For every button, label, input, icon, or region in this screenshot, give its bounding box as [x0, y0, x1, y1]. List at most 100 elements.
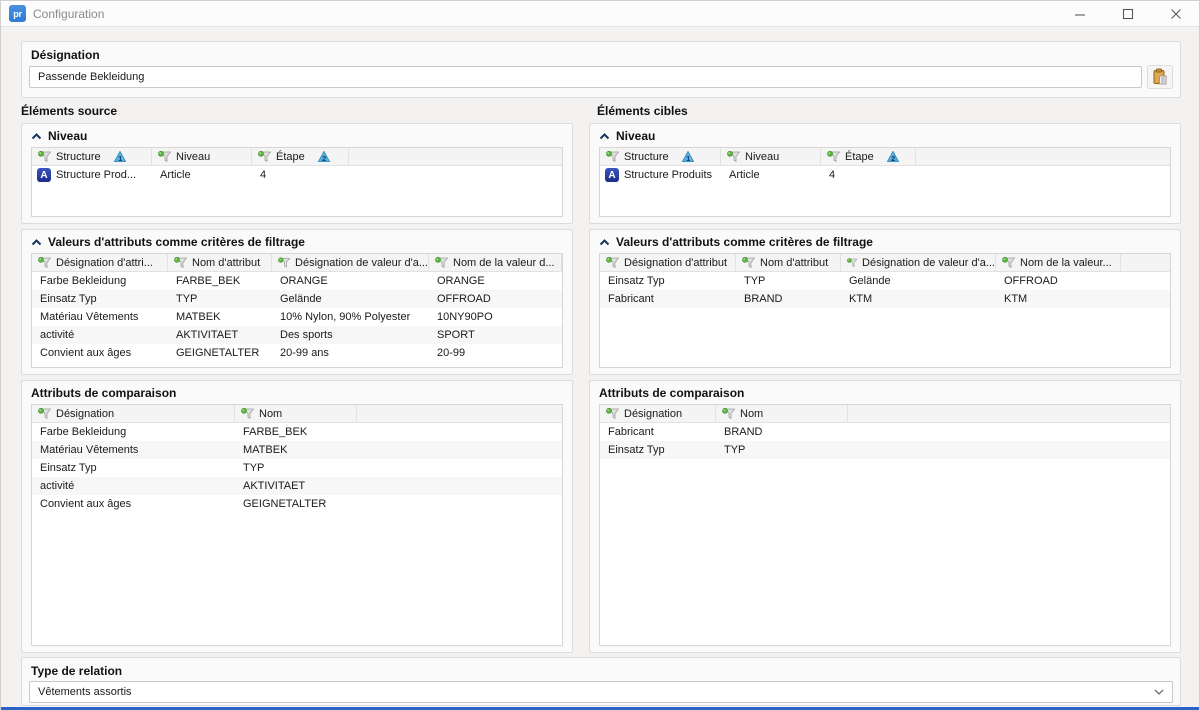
source-column: Niveau Structure 1 Niveau Étape [21, 123, 573, 653]
column-header[interactable]: Nom d'attribut [736, 254, 841, 271]
table-row[interactable]: Matériau Vêtements MATBEK 10% Nylon, 90%… [32, 308, 562, 326]
filter-funnel-icon[interactable] [38, 408, 52, 420]
table-header-row: Désignation d'attri... Nom d'attribut Dé… [32, 254, 562, 272]
clipboard-paste-icon [1151, 68, 1169, 86]
column-header-empty [562, 254, 563, 271]
column-header[interactable]: Désignation de valeur d'a... [841, 254, 996, 271]
target-comparison-header: Attributs de comparaison [590, 381, 1180, 400]
column-header-etape[interactable]: Étape 2 [252, 148, 349, 165]
column-header-etape[interactable]: Étape 2 [821, 148, 916, 165]
table-header-row: Désignation Nom [32, 405, 562, 423]
article-a-icon: A [605, 168, 619, 182]
table-row[interactable]: Fabricant BRAND [600, 423, 1170, 441]
column-header-niveau[interactable]: Niveau [152, 148, 252, 165]
close-icon [1170, 8, 1182, 20]
section-title: Niveau [616, 129, 655, 143]
table-row[interactable]: activité AKTIVITAET [32, 477, 562, 495]
window-title: Configuration [33, 7, 104, 21]
chevron-up-icon[interactable] [31, 133, 42, 140]
column-header-empty [357, 405, 562, 422]
filter-funnel-icon[interactable] [606, 257, 620, 269]
column-header-structure[interactable]: Structure 1 [32, 148, 152, 165]
table-row[interactable]: A Structure Prod... Article 4 [32, 166, 562, 184]
close-button[interactable] [1161, 2, 1191, 26]
titlebar: pr Configuration [1, 1, 1199, 27]
source-filter-table: Désignation d'attri... Nom d'attribut Dé… [31, 253, 563, 368]
column-header[interactable]: Désignation d'attribut [600, 254, 736, 271]
column-header[interactable]: Nom de la valeur d... [429, 254, 562, 271]
table-row[interactable]: Farbe Bekleidung FARBE_BEK [32, 423, 562, 441]
minimize-button[interactable] [1065, 2, 1095, 26]
target-filter-table: Désignation d'attribut Nom d'attribut Dé… [599, 253, 1171, 368]
table-row[interactable]: Einsatz Typ TYP [600, 441, 1170, 459]
filter-funnel-icon[interactable] [1002, 257, 1016, 269]
filter-funnel-icon[interactable] [174, 257, 188, 269]
configuration-window: pr Configuration Désignation [0, 0, 1200, 710]
target-filter-header: Valeurs d'attributs comme critères de fi… [590, 230, 1180, 249]
column-header-empty [1121, 254, 1170, 271]
column-header-empty [848, 405, 1170, 422]
filter-funnel-icon[interactable] [722, 408, 736, 420]
designation-input[interactable] [29, 66, 1142, 88]
maximize-button[interactable] [1113, 2, 1143, 26]
table-header-row: Structure 1 Niveau Étape 2 [600, 148, 1170, 166]
filter-funnel-icon[interactable] [38, 151, 52, 163]
section-title: Valeurs d'attributs comme critères de fi… [616, 235, 873, 249]
column-header[interactable]: Nom d'attribut [168, 254, 272, 271]
target-column: Niveau Structure 1 Niveau Étape [589, 123, 1181, 653]
relation-dropdown[interactable]: Vêtements assortis [29, 681, 1173, 703]
paste-button[interactable] [1147, 65, 1173, 89]
source-niveau-table: Structure 1 Niveau Étape 2 [31, 147, 563, 217]
sort-ascending-badge: 1 [114, 151, 126, 162]
column-header[interactable]: Désignation [32, 405, 235, 422]
app-logo-icon: pr [9, 5, 26, 22]
chevron-up-icon[interactable] [599, 133, 610, 140]
column-header[interactable]: Nom [716, 405, 848, 422]
target-comparison-table: Désignation Nom Fabricant BRAND Einsatz … [599, 404, 1171, 646]
column-header[interactable]: Désignation [600, 405, 716, 422]
chevron-up-icon[interactable] [599, 239, 610, 246]
filter-funnel-icon[interactable] [435, 257, 449, 269]
filter-funnel-icon[interactable] [827, 151, 841, 163]
source-filter-section: Valeurs d'attributs comme critères de fi… [21, 229, 573, 375]
target-column-title: Éléments cibles [597, 104, 688, 118]
column-header[interactable]: Nom [235, 405, 357, 422]
target-niveau-table: Structure 1 Niveau Étape 2 [599, 147, 1171, 217]
relation-label: Type de relation [31, 664, 122, 678]
table-row[interactable]: Einsatz Typ TYP [32, 459, 562, 477]
filter-funnel-icon[interactable] [742, 257, 756, 269]
table-row[interactable]: A Structure Produits Article 4 [600, 166, 1170, 184]
table-row[interactable]: activité AKTIVITAET Des sports SPORT [32, 326, 562, 344]
filter-funnel-icon[interactable] [158, 151, 172, 163]
filter-funnel-icon[interactable] [241, 408, 255, 420]
column-header[interactable]: Désignation d'attri... [32, 254, 168, 271]
filter-funnel-icon[interactable] [606, 151, 620, 163]
section-title: Niveau [48, 129, 87, 143]
filter-funnel-icon[interactable] [727, 151, 741, 163]
source-comparison-section: Attributs de comparaison Désignation Nom… [21, 380, 573, 653]
filter-funnel-icon[interactable] [278, 257, 291, 269]
column-header[interactable]: Désignation de valeur d'a... [272, 254, 429, 271]
filter-funnel-icon[interactable] [606, 408, 620, 420]
table-row[interactable]: Convient aux âges GEIGNETALTER 20-99 ans… [32, 344, 562, 362]
chevron-up-icon[interactable] [31, 239, 42, 246]
table-row[interactable]: Convient aux âges GEIGNETALTER [32, 495, 562, 513]
target-filter-section: Valeurs d'attributs comme critères de fi… [589, 229, 1181, 375]
column-header-niveau[interactable]: Niveau [721, 148, 821, 165]
filter-funnel-icon[interactable] [38, 257, 52, 269]
maximize-icon [1122, 8, 1134, 20]
table-row[interactable]: Farbe Bekleidung FARBE_BEK ORANGE ORANGE [32, 272, 562, 290]
table-row[interactable]: Fabricant BRAND KTM KTM [600, 290, 1170, 308]
source-column-title: Éléments source [21, 104, 117, 118]
column-header-structure[interactable]: Structure 1 [600, 148, 721, 165]
svg-text:2: 2 [322, 154, 326, 162]
column-header[interactable]: Nom de la valeur... [996, 254, 1121, 271]
source-niveau-section: Niveau Structure 1 Niveau Étape [21, 123, 573, 224]
table-row[interactable]: Matériau Vêtements MATBEK [32, 441, 562, 459]
svg-text:1: 1 [686, 154, 690, 162]
filter-funnel-icon[interactable] [847, 257, 858, 269]
source-filter-header: Valeurs d'attributs comme critères de fi… [22, 230, 572, 249]
table-row[interactable]: Einsatz Typ TYP Gelände OFFROAD [32, 290, 562, 308]
table-row[interactable]: Einsatz Typ TYP Gelände OFFROAD [600, 272, 1170, 290]
filter-funnel-icon[interactable] [258, 151, 272, 163]
